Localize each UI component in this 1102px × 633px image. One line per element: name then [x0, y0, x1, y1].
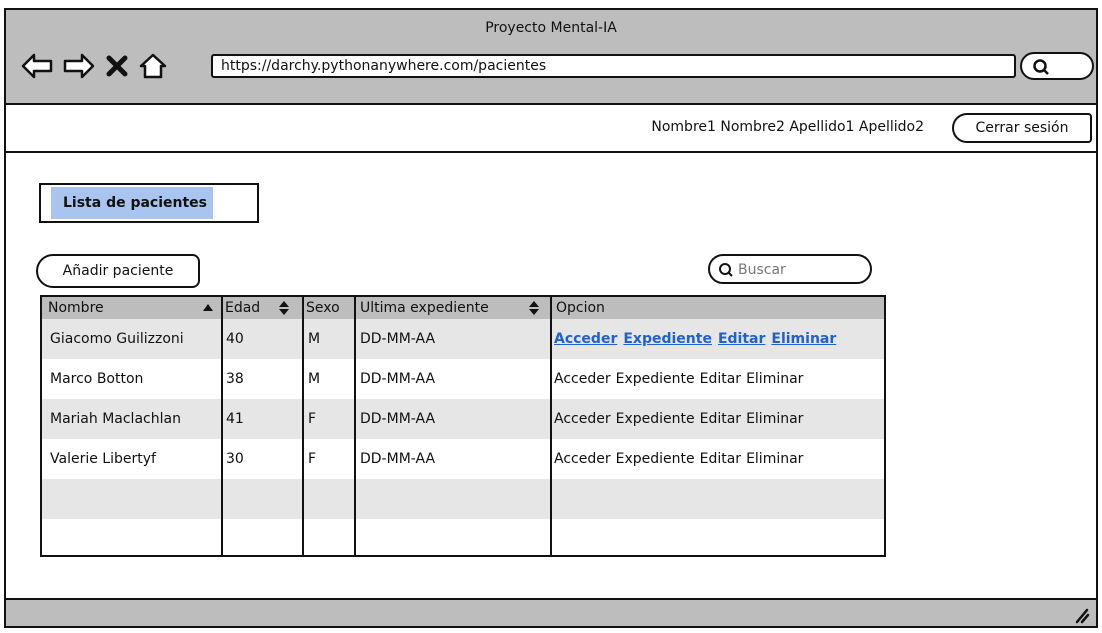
cell-ultima: DD-MM-AA [360, 331, 436, 347]
expediente-link[interactable]: Expediente [616, 451, 695, 467]
sort-up-icon[interactable] [202, 302, 214, 312]
header-label: Nombre [48, 300, 104, 316]
home-icon[interactable] [138, 52, 168, 80]
eliminar-link[interactable]: Eliminar [746, 371, 803, 387]
header-ultima[interactable]: Ultima expediente [360, 297, 520, 319]
cell-edad: 38 [226, 371, 244, 387]
cell-ultima: DD-MM-AA [360, 411, 436, 427]
table-row[interactable]: Giacomo Guilizzoni 40 M DD-MM-AA Acceder… [42, 319, 884, 359]
cell-nombre: Valerie Libertyf [50, 451, 156, 467]
search-icon [1033, 59, 1049, 75]
cell-sexo: M [308, 371, 321, 387]
table-header: Nombre Edad Sexo Ultima expediente Opcio… [42, 297, 884, 320]
cell-sexo: F [308, 451, 317, 467]
header-sexo[interactable]: Sexo [306, 297, 356, 319]
expediente-link[interactable]: Expediente [616, 411, 695, 427]
header-label: Edad [225, 300, 261, 316]
eliminar-link[interactable]: Eliminar [746, 451, 803, 467]
browser-search-button[interactable] [1020, 52, 1094, 80]
patient-search[interactable] [708, 254, 872, 284]
url-bar[interactable]: https://darchy.pythonanywhere.com/pacien… [211, 54, 1016, 78]
table-row-empty [42, 479, 884, 519]
tab-label: Lista de pacientes [51, 187, 213, 219]
table-row-empty [42, 519, 884, 555]
cell-opcion: Acceder Expediente Editar Eliminar [554, 399, 884, 439]
cell-edad: 30 [226, 451, 244, 467]
header-edad[interactable]: Edad [225, 297, 285, 319]
cell-nombre: Marco Botton [50, 371, 144, 387]
cell-sexo: F [308, 411, 317, 427]
column-divider [302, 297, 304, 555]
cell-ultima: DD-MM-AA [360, 451, 436, 467]
table-row[interactable]: Valerie Libertyf 30 F DD-MM-AA Acceder E… [42, 439, 884, 479]
cell-edad: 41 [226, 411, 244, 427]
eliminar-link[interactable]: Eliminar [771, 331, 836, 347]
expediente-link[interactable]: Expediente [623, 331, 712, 347]
column-divider [221, 297, 223, 555]
browser-nav [20, 48, 168, 84]
header-nombre[interactable]: Nombre [48, 297, 218, 319]
column-divider [550, 297, 552, 555]
close-icon[interactable] [104, 52, 130, 80]
user-name: Nombre1 Nombre2 Apellido1 Apellido2 [651, 119, 924, 135]
column-divider [354, 297, 356, 555]
header-opcion: Opcion [556, 297, 676, 319]
status-bar [6, 598, 1096, 626]
editar-link[interactable]: Editar [700, 411, 741, 427]
cell-opcion: Acceder Expediente Editar Eliminar [554, 359, 884, 399]
acceder-link[interactable]: Acceder [554, 331, 617, 347]
header-label: Ultima expediente [360, 300, 489, 316]
window-title: Proyecto Mental-IA [485, 20, 617, 36]
logout-button[interactable]: Cerrar sesión [952, 113, 1092, 143]
header-label: Sexo [306, 300, 340, 316]
cell-edad: 40 [226, 331, 244, 347]
add-patient-button[interactable]: Añadir paciente [36, 254, 200, 288]
browser-titlebar: Proyecto Mental-IA https://darchy.python… [6, 10, 1096, 105]
acceder-link[interactable]: Acceder [554, 411, 611, 427]
patients-table: Nombre Edad Sexo Ultima expediente Opcio… [40, 295, 886, 557]
cell-ultima: DD-MM-AA [360, 371, 436, 387]
browser-window: Proyecto Mental-IA https://darchy.python… [4, 8, 1098, 628]
table-row[interactable]: Marco Botton 38 M DD-MM-AA Acceder Exped… [42, 359, 884, 399]
sort-both-icon[interactable] [278, 300, 290, 316]
cell-opcion: Acceder Expediente Editar Eliminar [554, 319, 884, 359]
editar-link[interactable]: Editar [718, 331, 765, 347]
header-label: Opcion [556, 300, 605, 316]
expediente-link[interactable]: Expediente [616, 371, 695, 387]
cell-nombre: Giacomo Guilizzoni [50, 331, 184, 347]
search-icon [719, 263, 733, 277]
eliminar-link[interactable]: Eliminar [746, 411, 803, 427]
cell-nombre: Mariah Maclachlan [50, 411, 181, 427]
search-input[interactable] [736, 259, 860, 281]
forward-arrow-icon[interactable] [62, 52, 96, 80]
cell-sexo: M [308, 331, 321, 347]
cell-opcion: Acceder Expediente Editar Eliminar [554, 439, 884, 479]
table-row[interactable]: Mariah Maclachlan 41 F DD-MM-AA Acceder … [42, 399, 884, 439]
acceder-link[interactable]: Acceder [554, 371, 611, 387]
acceder-link[interactable]: Acceder [554, 451, 611, 467]
editar-link[interactable]: Editar [700, 451, 741, 467]
user-bar: Nombre1 Nombre2 Apellido1 Apellido2 Cerr… [6, 105, 1096, 153]
back-arrow-icon[interactable] [20, 52, 54, 80]
editar-link[interactable]: Editar [700, 371, 741, 387]
tab-patient-list[interactable]: Lista de pacientes [39, 183, 259, 223]
resize-grip-icon[interactable] [1074, 606, 1090, 624]
sort-both-icon[interactable] [528, 300, 540, 316]
